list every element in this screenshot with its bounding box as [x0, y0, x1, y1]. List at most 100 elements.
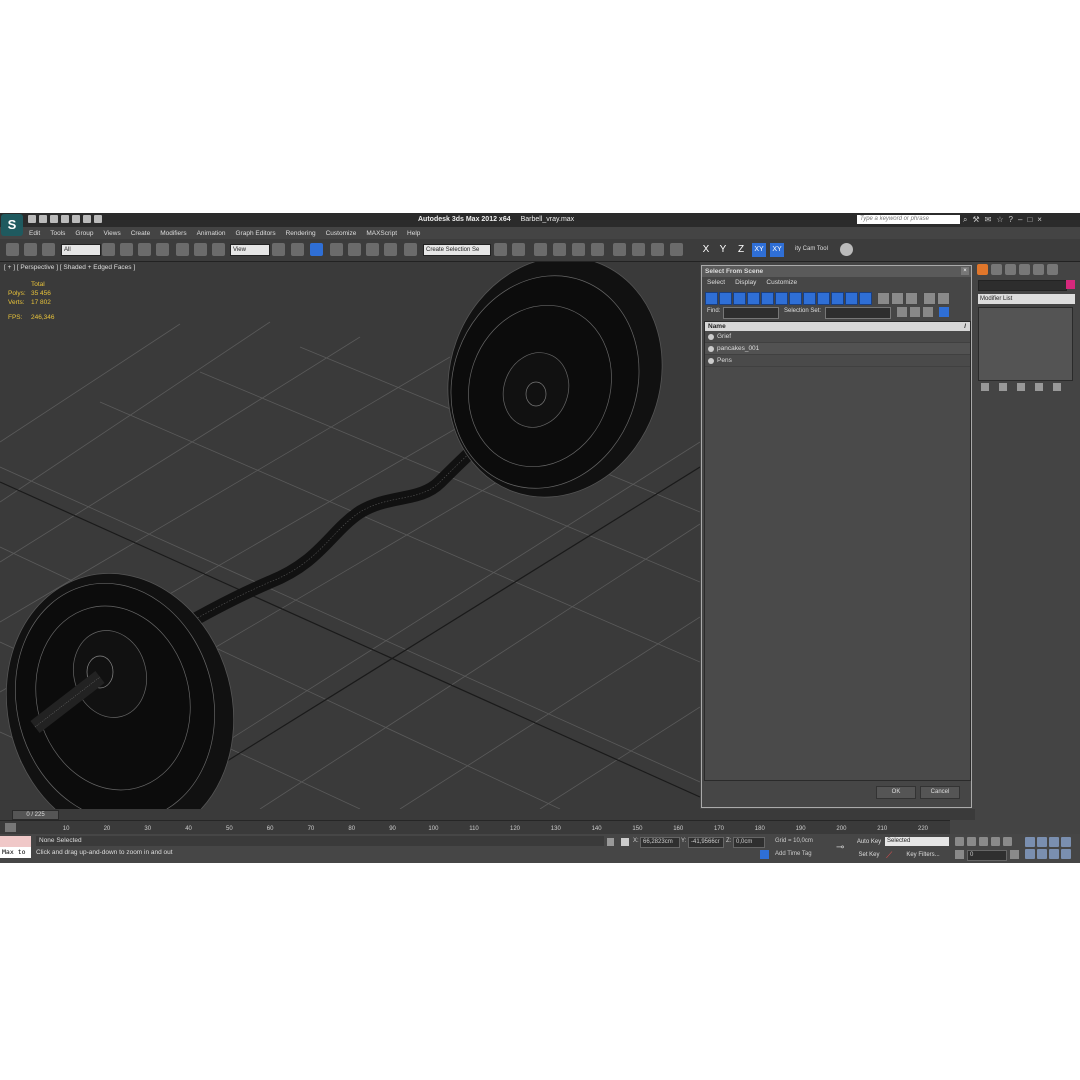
- maxscript-input[interactable]: Max to: [0, 847, 31, 858]
- percent-snap-icon[interactable]: [366, 243, 379, 256]
- menu-rendering[interactable]: Rendering: [281, 228, 321, 239]
- angle-snap-icon[interactable]: [348, 243, 361, 256]
- select-scale-icon[interactable]: [212, 243, 225, 256]
- go-to-end-icon[interactable]: [1003, 837, 1012, 846]
- bind-space-warp-icon[interactable]: [42, 243, 55, 256]
- graphite-ribbon-icon[interactable]: [553, 243, 566, 256]
- display-all-icon[interactable]: [877, 292, 890, 305]
- time-configuration-icon[interactable]: [1010, 850, 1019, 859]
- create-tab-icon[interactable]: [977, 264, 988, 275]
- auto-key-button[interactable]: Auto Key: [855, 837, 883, 847]
- app-logo-icon[interactable]: S: [1, 214, 23, 236]
- list-item[interactable]: Grief: [705, 331, 970, 343]
- maximize-viewport-icon[interactable]: [1061, 849, 1071, 859]
- menu-animation[interactable]: Animation: [192, 228, 231, 239]
- render-setup-icon[interactable]: [632, 243, 645, 256]
- display-containers-icon[interactable]: [831, 292, 844, 305]
- key-mode-toggle-icon[interactable]: [955, 850, 964, 859]
- key-filters-button[interactable]: Key Filters...: [900, 850, 946, 860]
- minimize-icon[interactable]: –: [1018, 215, 1022, 225]
- menu-customize[interactable]: Customize: [321, 228, 362, 239]
- display-shapes-icon[interactable]: [719, 292, 732, 305]
- spinner-snap-icon[interactable]: [384, 243, 397, 256]
- open-file-icon[interactable]: [39, 215, 47, 223]
- find-options-icon[interactable]: [939, 307, 949, 317]
- menu-views[interactable]: Views: [98, 228, 125, 239]
- maximize-icon[interactable]: □: [1027, 215, 1032, 225]
- modifier-list-dropdown[interactable]: Modifier List: [978, 294, 1075, 304]
- display-space-warps-icon[interactable]: [775, 292, 788, 305]
- barbell-model[interactable]: [0, 262, 695, 809]
- select-move-icon[interactable]: [176, 243, 189, 256]
- rectangular-region-icon[interactable]: [138, 243, 151, 256]
- utilities-tab-icon[interactable]: [1047, 264, 1058, 275]
- favorites-icon[interactable]: ☆: [996, 215, 1003, 225]
- axis-x-button[interactable]: X: [699, 243, 713, 257]
- redo-icon[interactable]: [72, 215, 80, 223]
- zoom-extents-icon[interactable]: [1049, 837, 1059, 847]
- filter-icon[interactable]: [937, 292, 950, 305]
- find-case-icon[interactable]: [897, 307, 907, 317]
- modifier-stack[interactable]: [978, 307, 1073, 381]
- edit-named-selection-icon[interactable]: [404, 243, 417, 256]
- selection-lock-icon[interactable]: [607, 838, 614, 846]
- maxscript-listener[interactable]: Max to: [0, 836, 31, 860]
- key-mode-dropdown[interactable]: Selected: [885, 837, 949, 846]
- menu-modifiers[interactable]: Modifiers: [155, 228, 191, 239]
- go-to-start-icon[interactable]: [955, 837, 964, 846]
- menu-tools[interactable]: Tools: [45, 228, 70, 239]
- display-xrefs-icon[interactable]: [803, 292, 816, 305]
- layer-manager-icon[interactable]: [534, 243, 547, 256]
- ok-button[interactable]: OK: [876, 786, 916, 799]
- field-of-view-icon[interactable]: [1025, 849, 1035, 859]
- find-input[interactable]: [723, 307, 779, 319]
- rendered-frame-window-icon[interactable]: [651, 243, 664, 256]
- undo-icon[interactable]: [61, 215, 69, 223]
- selection-filter-dropdown[interactable]: All: [61, 244, 101, 256]
- absolute-mode-icon[interactable]: [621, 838, 629, 846]
- communication-icon[interactable]: ✉: [985, 215, 992, 225]
- unlink-icon[interactable]: [24, 243, 37, 256]
- perspective-viewport[interactable]: [ + ] [ Perspective ] [ Shaded + Edged F…: [0, 262, 700, 809]
- orbit-icon[interactable]: [1049, 849, 1059, 859]
- axis-y-button[interactable]: Y: [716, 243, 730, 257]
- time-tag-icon[interactable]: [760, 850, 769, 859]
- select-object-icon[interactable]: [102, 243, 115, 256]
- display-geometry-icon[interactable]: [705, 292, 718, 305]
- pan-view-icon[interactable]: [1037, 849, 1047, 859]
- find-wildcard-icon[interactable]: [910, 307, 920, 317]
- close-icon[interactable]: ×: [1037, 215, 1042, 225]
- next-frame-icon[interactable]: [991, 837, 1000, 846]
- display-frozen-icon[interactable]: [845, 292, 858, 305]
- render-production-icon[interactable]: [670, 243, 683, 256]
- zoom-extents-all-icon[interactable]: [1061, 837, 1071, 847]
- manipulate-icon[interactable]: [291, 243, 304, 256]
- fetch-icon[interactable]: [94, 215, 102, 223]
- name-column-header[interactable]: Name /: [705, 322, 970, 331]
- menu-group[interactable]: Group: [70, 228, 98, 239]
- pivot-center-icon[interactable]: [272, 243, 285, 256]
- zoom-all-icon[interactable]: [1037, 837, 1047, 847]
- previous-frame-icon[interactable]: [967, 837, 976, 846]
- axis-xy-cycle-button[interactable]: XY: [770, 243, 784, 257]
- display-invert-icon[interactable]: [905, 292, 918, 305]
- pin-stack-icon[interactable]: [981, 383, 989, 391]
- y-coord-field[interactable]: -41,9566cr: [688, 837, 724, 848]
- configure-modifier-sets-icon[interactable]: [1053, 383, 1061, 391]
- display-cameras-icon[interactable]: [747, 292, 760, 305]
- viewport-label[interactable]: [ + ] [ Perspective ] [ Shaded + Edged F…: [4, 264, 135, 271]
- object-color-swatch[interactable]: [1066, 280, 1075, 289]
- display-helpers-icon[interactable]: [761, 292, 774, 305]
- show-end-result-icon[interactable]: [999, 383, 1007, 391]
- time-slider-thumb[interactable]: 0 / 225: [12, 810, 59, 820]
- scene-explorer-icon[interactable]: [840, 243, 853, 256]
- select-rotate-icon[interactable]: [194, 243, 207, 256]
- sync-selection-icon[interactable]: [923, 292, 936, 305]
- x-coord-field[interactable]: 66,2823cm: [640, 837, 680, 848]
- selection-set-dropdown[interactable]: [825, 307, 891, 319]
- menu-help[interactable]: Help: [402, 228, 425, 239]
- subscription-icon[interactable]: ⚒: [972, 215, 979, 225]
- make-unique-icon[interactable]: [1017, 383, 1025, 391]
- z-coord-field[interactable]: 0,0cm: [733, 837, 765, 848]
- search-icon[interactable]: ⌕: [963, 215, 967, 225]
